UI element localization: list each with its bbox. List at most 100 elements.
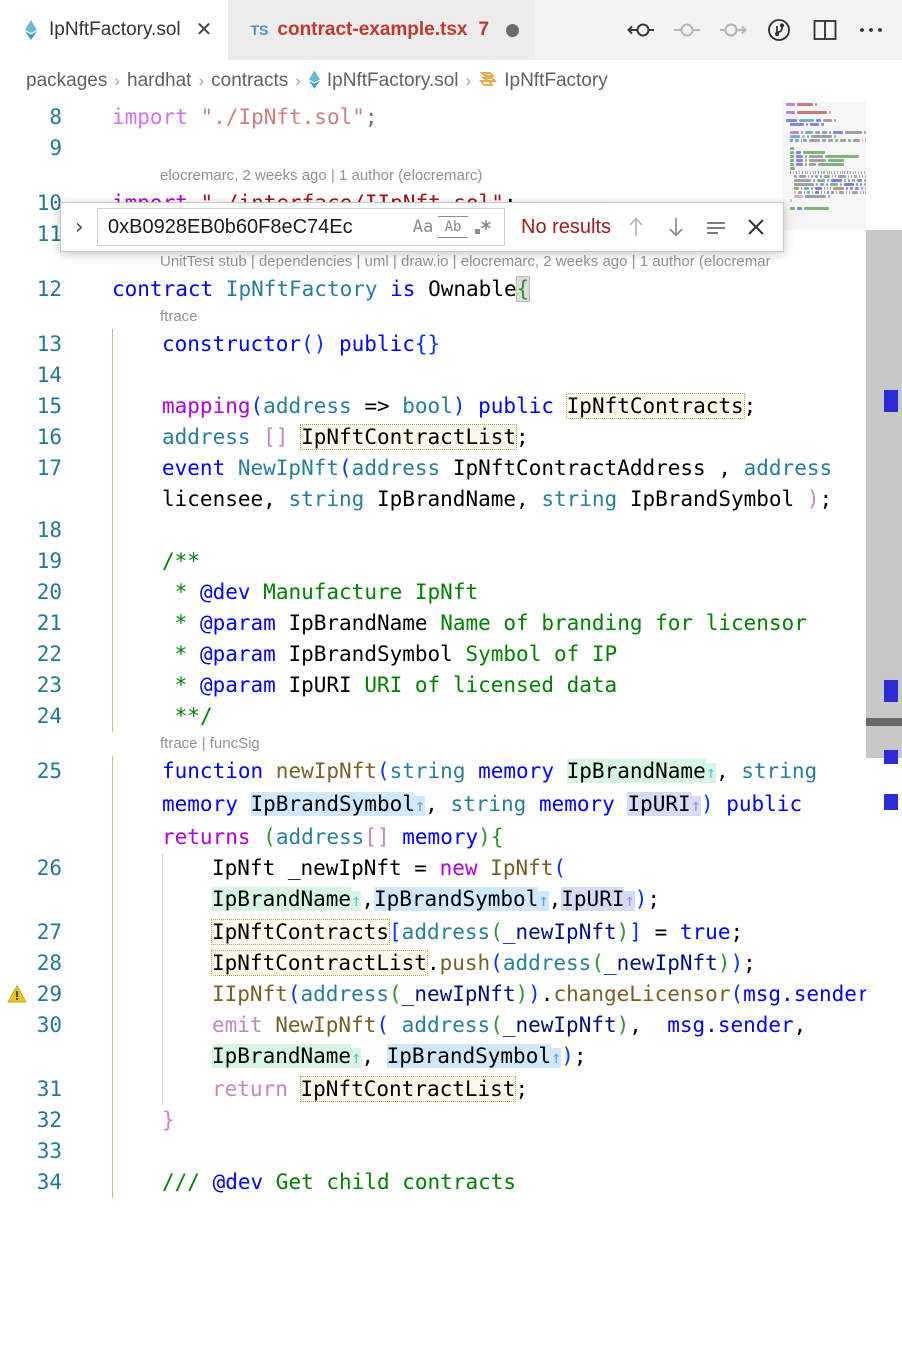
line-content[interactable]: IpNftContractList.push(address(_newIpNft… (78, 948, 866, 979)
code-line[interactable]: 27 IpNftContracts[address(_newIpNft)] = t… (0, 917, 866, 948)
find-input-container[interactable]: Aa Ab (97, 208, 505, 246)
line-number: 16 (36, 425, 62, 449)
use-regex-icon[interactable] (468, 212, 498, 242)
next-match-icon[interactable] (663, 214, 689, 240)
tab-ipnftfactory-sol[interactable]: IpNftFactory.sol ✕ (0, 0, 229, 60)
line-content[interactable]: } (78, 1105, 866, 1136)
code-token: ) (717, 951, 731, 975)
source-control-graph-icon[interactable] (764, 15, 794, 45)
line-content[interactable]: IpNftContracts[address(_newIpNft)] = tru… (78, 917, 866, 948)
code-token: msg. (667, 1013, 718, 1037)
codelens[interactable]: ftrace (0, 305, 866, 329)
code-line[interactable]: 14 (0, 360, 866, 391)
search-input[interactable] (108, 215, 408, 239)
line-content[interactable]: /// @dev Get child contracts (78, 1167, 866, 1198)
code-line[interactable]: 33 (0, 1136, 866, 1167)
code-line[interactable]: 23 * @param IpURI URI of licensed data (0, 670, 866, 701)
code-line[interactable]: 30 emit NewIpNft( address(_newIpNft), msg… (0, 1010, 866, 1074)
line-content[interactable]: return IpNftContractList; (78, 1074, 866, 1105)
line-content[interactable]: emit NewIpNft( address(_newIpNft), msg.s… (78, 1010, 866, 1074)
warning-icon[interactable] (6, 983, 28, 1005)
code-line[interactable]: 19 /** (0, 546, 866, 577)
line-content[interactable]: contract IpNftFactory is Ownable{ (78, 274, 866, 305)
line-content[interactable]: IpNft _newIpNft = new IpNft( IpBrandName… (78, 853, 866, 917)
code-line[interactable]: 9 (0, 133, 866, 164)
line-content[interactable]: address [] IpNftContractList; (78, 422, 866, 453)
editor-text-area[interactable]: 8 import "./IpNft.sol"; 9 elocremarc, 2 we… (0, 102, 895, 1348)
code-token: * (162, 611, 200, 635)
code-line[interactable]: 21 * @param IpBrandName Name of branding… (0, 608, 866, 639)
code-editor[interactable]: 8 import "./IpNft.sol"; 9 elocremarc, 2 we… (0, 102, 902, 1348)
previous-match-icon[interactable] (623, 214, 649, 240)
more-actions-icon[interactable] (856, 15, 886, 45)
toggle-replace-chevron-icon[interactable]: › (61, 215, 97, 240)
breadcrumb-item-ipnftfactory-sol[interactable]: IpNftFactory.sol (308, 70, 459, 92)
line-content[interactable]: constructor() public{} (78, 329, 866, 360)
line-content[interactable] (78, 360, 866, 391)
codelens[interactable]: ftrace | funcSig (0, 732, 866, 756)
close-icon[interactable] (743, 214, 769, 240)
line-content[interactable] (78, 1136, 866, 1167)
code-line[interactable]: 13 constructor() public{} (0, 329, 866, 360)
line-content[interactable]: * @param IpBrandSymbol Symbol of IP (78, 639, 866, 670)
code-line[interactable]: 34 /// @dev Get child contracts (0, 1167, 866, 1198)
whole-word-icon[interactable]: Ab (438, 216, 468, 238)
tab-close-icon[interactable]: ✕ (196, 20, 213, 40)
code-line[interactable]: 31 return IpNftContractList; (0, 1074, 866, 1105)
code-line[interactable]: 17 event NewIpNft(address IpNftContractAd… (0, 453, 866, 515)
code-token: . (426, 951, 440, 975)
vertical-scrollbar[interactable] (866, 102, 902, 1348)
code-line[interactable]: 20 * @dev Manufacture IpNft (0, 577, 866, 608)
code-line[interactable]: 28 IpNftContractList.push(address(_newIpN… (0, 948, 866, 979)
breadcrumb-separator: › (114, 71, 121, 90)
line-content[interactable]: import "./IpNft.sol"; (78, 102, 866, 133)
minimap[interactable] (782, 102, 866, 230)
split-editor-icon[interactable] (810, 15, 840, 45)
line-content[interactable] (78, 133, 866, 164)
code-line[interactable]: 8 import "./IpNft.sol"; (0, 102, 866, 133)
line-content[interactable] (78, 515, 866, 546)
codelens[interactable]: UnitTest stub | dependencies | uml | dra… (0, 250, 866, 274)
horizontal-scrollbar-thumb[interactable] (866, 718, 902, 726)
unsaved-changes-dot-icon[interactable] (506, 23, 520, 37)
code-line[interactable]: 18 (0, 515, 866, 546)
change-marker-icon[interactable] (672, 15, 702, 45)
find-in-selection-icon[interactable] (703, 214, 729, 240)
line-content[interactable]: * @param IpBrandName Name of branding fo… (78, 608, 866, 639)
breadcrumb-item-hardhat[interactable]: hardhat (127, 70, 191, 92)
scrollbar-thumb[interactable] (866, 230, 902, 758)
code-line[interactable]: 24 **/ (0, 701, 866, 732)
line-content[interactable]: /** (78, 546, 866, 577)
go-to-next-change-icon[interactable] (718, 15, 748, 45)
line-number: 17 (36, 456, 62, 480)
code-line[interactable]: 26 IpNft _newIpNft = new IpNft( IpBrandNa… (0, 853, 866, 917)
code-line[interactable]: 32} (0, 1105, 866, 1136)
line-number: 24 (36, 704, 62, 728)
code-line[interactable]: 12 contract IpNftFactory is Ownable{ (0, 274, 866, 305)
line-content[interactable]: **/ (78, 701, 866, 732)
line-content[interactable]: function newIpNft(string memory IpBrandN… (78, 756, 866, 853)
code-line[interactable]: 29 IIpNft(address(_newIpNft)).changeLicen… (0, 979, 895, 1010)
match-case-icon[interactable]: Aa (408, 212, 438, 242)
breadcrumb-item-contracts[interactable]: contracts (211, 70, 288, 92)
tab-contract-example-tsx[interactable]: TS contract-example.tsx 7 (228, 0, 536, 60)
code-line[interactable]: 16 address [] IpNftContractList; (0, 422, 866, 453)
code-token: ( (730, 982, 744, 1006)
code-line[interactable]: 15 mapping(address => bool) public IpNftC… (0, 391, 866, 422)
go-to-previous-change-icon[interactable] (626, 15, 656, 45)
code-token: return (212, 1077, 301, 1101)
codelens[interactable]: elocremarc, 2 weeks ago | 1 author (eloc… (0, 164, 866, 188)
find-widget[interactable]: › Aa Ab No results (60, 202, 784, 252)
breadcrumb-item-ipnftfactory-class[interactable]: IpNftFactory (478, 70, 608, 92)
line-content[interactable]: * @dev Manufacture IpNft (78, 577, 866, 608)
line-content[interactable]: * @param IpURI URI of licensed data (78, 670, 866, 701)
breadcrumb-item-packages[interactable]: packages (26, 70, 107, 92)
code-line[interactable]: 25 function newIpNft(string memory IpBran… (0, 756, 866, 853)
line-content[interactable]: IIpNft(address(_newIpNft)).changeLicenso… (78, 979, 895, 1010)
code-line[interactable]: 22 * @param IpBrandSymbol Symbol of IP (0, 639, 866, 670)
line-content[interactable]: mapping(address => bool) public IpNftCon… (78, 391, 866, 422)
line-content[interactable]: event NewIpNft(address IpNftContractAddr… (78, 453, 866, 515)
